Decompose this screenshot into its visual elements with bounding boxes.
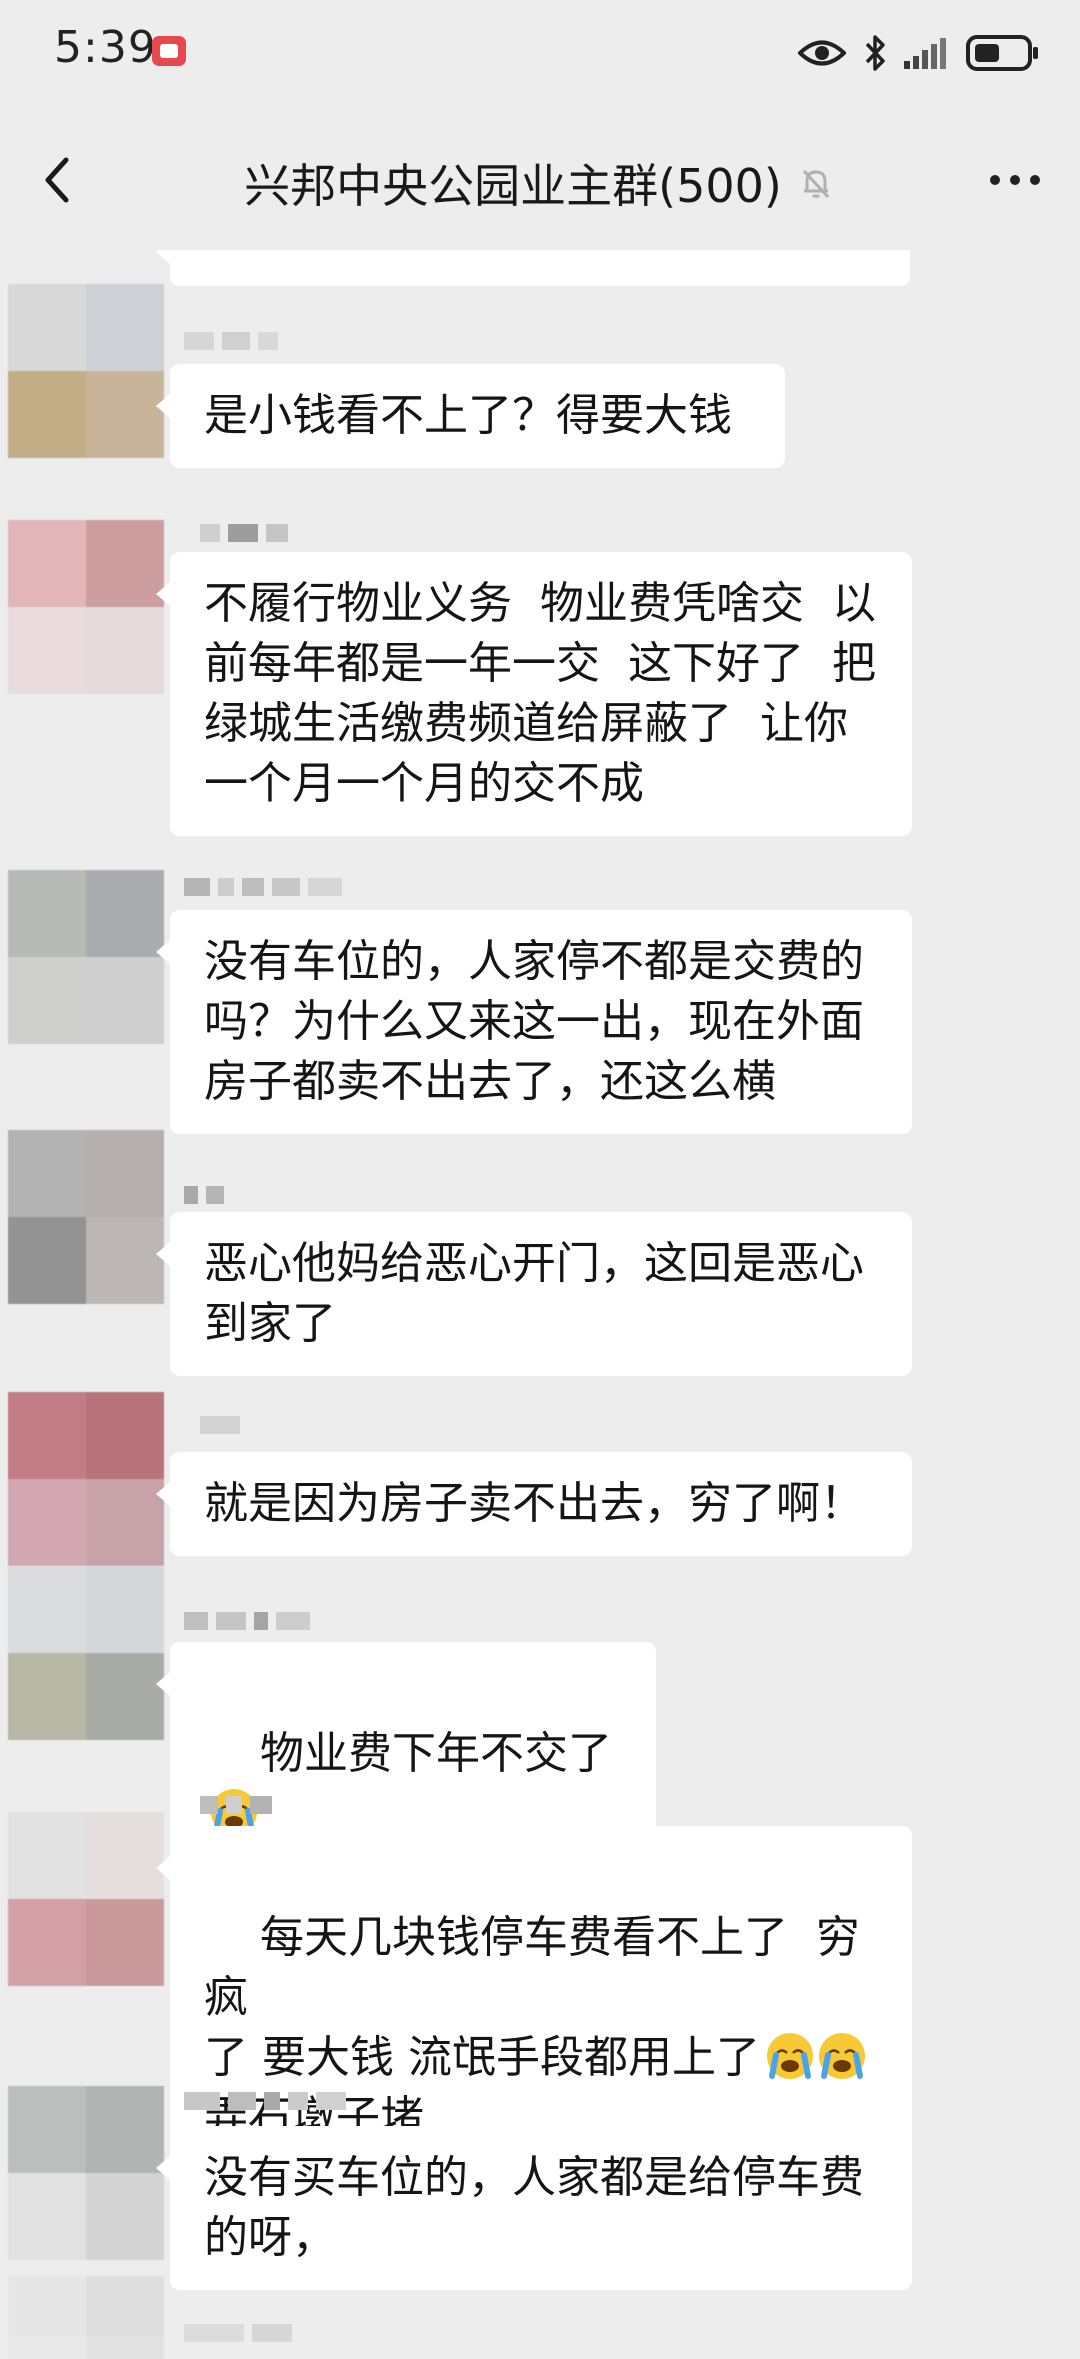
dot <box>1030 175 1040 185</box>
sender-name <box>184 1184 224 1206</box>
message-bubble[interactable]: 就是因为房子卖不出去，穷了啊！ <box>156 1452 912 1556</box>
message-bubble[interactable]: 恶心他妈给恶心开门，这回是恶心 到家了 <box>156 1212 912 1376</box>
sender-name <box>184 2322 292 2344</box>
status-time: 5:39 <box>54 22 157 73</box>
avatar[interactable] <box>8 870 164 1044</box>
sender-name <box>200 1414 240 1436</box>
more-options-button[interactable] <box>980 150 1050 210</box>
battery-icon <box>966 35 1040 71</box>
avatar[interactable] <box>8 1566 164 1740</box>
avatar[interactable] <box>8 2276 164 2359</box>
chat-title: 兴邦中央公园业主群(500) <box>244 159 782 213</box>
status-icons <box>798 28 1040 78</box>
sender-name <box>184 330 278 352</box>
chat-title-group: 兴邦中央公园业主群(500) <box>0 150 1080 216</box>
avatar[interactable] <box>8 520 164 694</box>
avatar[interactable] <box>8 1130 164 1304</box>
message-text-line: 每天几块钱停车费看不上了 穷疯 <box>204 1912 860 2023</box>
avatar[interactable] <box>8 2086 164 2260</box>
dot <box>1010 175 1020 185</box>
signal-icon <box>904 37 948 69</box>
sender-name <box>200 522 288 544</box>
chat-message-list[interactable]: 是小钱看不上了？得要大钱 不履行物业义务 物业费凭啥交 以 前每年都是一年一交 … <box>0 250 1080 2359</box>
message-bubble[interactable]: 没有买车位的，人家都是给停车费 的呀， <box>156 2126 912 2290</box>
sender-name <box>200 1794 272 1816</box>
message-bubble[interactable]: 没有车位的，人家停不都是交费的 吗？为什么又来这一出，现在外面 房子都卖不出去了… <box>156 910 912 1134</box>
message-bubble-partial <box>156 250 910 286</box>
bell-off-icon <box>796 163 836 203</box>
chat-header: 兴邦中央公园业主群(500) <box>0 110 1080 250</box>
notification-icon <box>152 36 186 66</box>
message-bubble[interactable]: 不履行物业义务 物业费凭啥交 以 前每年都是一年一交 这下好了 把 绿城生活缴费… <box>156 552 912 836</box>
message-text: 物业费下年不交了 <box>259 1728 612 1779</box>
avatar[interactable] <box>8 284 164 458</box>
avatar[interactable] <box>8 1812 164 1986</box>
loudly-crying-face-icon <box>816 2030 868 2082</box>
message-text-line: 了 要大钱 流氓手段都用上了 <box>204 2032 760 2083</box>
message-bubble[interactable]: 是小钱看不上了？得要大钱 <box>156 364 785 468</box>
status-bar: 5:39 <box>0 0 1080 110</box>
loudly-crying-face-icon <box>764 2030 816 2082</box>
eye-icon <box>798 38 846 68</box>
dot <box>990 175 1000 185</box>
sender-name <box>184 2090 346 2112</box>
sender-name <box>184 1610 310 1632</box>
sender-name <box>184 876 342 898</box>
avatar[interactable] <box>8 1392 164 1566</box>
bluetooth-icon <box>864 34 886 72</box>
